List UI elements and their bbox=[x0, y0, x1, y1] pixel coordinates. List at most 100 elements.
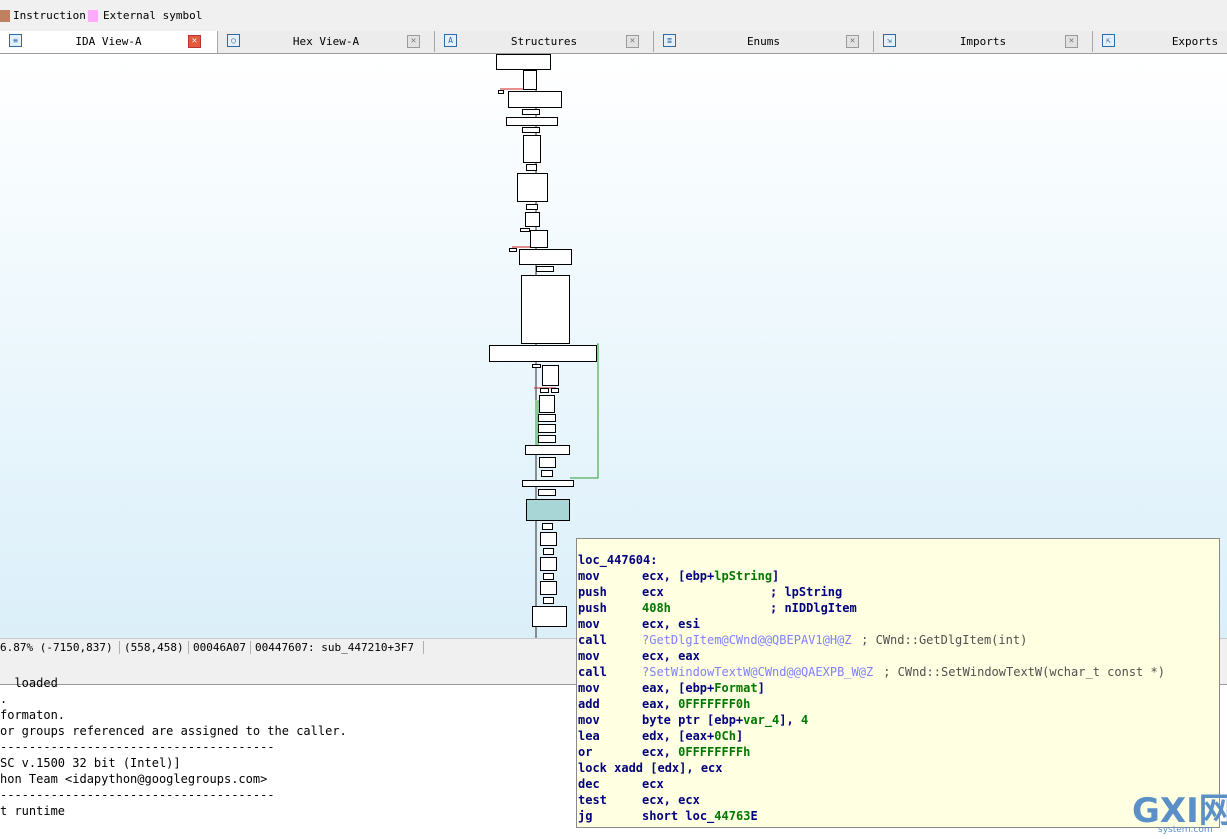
instruction-row: call ?SetWindowTextW@CWnd@@QAEXPB_W@Z ; CW… bbox=[578, 665, 1218, 681]
graph-node[interactable] bbox=[538, 435, 556, 443]
graph-node[interactable] bbox=[526, 204, 538, 210]
graph-node[interactable] bbox=[523, 135, 541, 163]
tab-hex-view-a[interactable]: ◯ Hex View-A ✕ bbox=[218, 31, 435, 52]
graph-node[interactable] bbox=[538, 424, 556, 433]
graph-node[interactable] bbox=[530, 230, 548, 248]
instruction-mnemonic: test bbox=[578, 793, 607, 807]
instruction-mnemonic: or bbox=[578, 745, 593, 759]
instruction-mnemonic: call bbox=[578, 665, 607, 679]
close-icon[interactable]: ✕ bbox=[626, 35, 639, 48]
tab-exports[interactable]: ⇱ Exports bbox=[1093, 31, 1227, 52]
graph-node[interactable] bbox=[541, 470, 553, 477]
graph-node[interactable] bbox=[498, 90, 504, 94]
instruction-mnemonic: dec bbox=[578, 777, 600, 791]
enums-icon: ≣ bbox=[663, 34, 676, 47]
view-tab-bar: ≡ IDA View-A ✕ ◯ Hex View-A ✕ A Structur… bbox=[0, 31, 1227, 54]
instruction-operands: ?GetDlgItem@CWnd@@QBEPAV1@H@Z bbox=[642, 633, 852, 647]
graph-node[interactable] bbox=[526, 164, 537, 171]
graph-node[interactable] bbox=[520, 228, 530, 232]
graph-node[interactable] bbox=[532, 364, 541, 368]
graph-node[interactable] bbox=[539, 457, 556, 468]
instruction-mnemonic: mov bbox=[578, 617, 600, 631]
instruction-operands: ecx bbox=[642, 585, 664, 599]
instruction-row: mov ecx, eax bbox=[578, 649, 1218, 665]
zoom-readout: 6.87% (-7150,837) bbox=[0, 641, 113, 654]
output-line: -------------------------------------- bbox=[0, 788, 275, 802]
exports-icon: ⇱ bbox=[1102, 34, 1115, 47]
instruction-mnemonic: push bbox=[578, 601, 607, 615]
tab-ida-view-a[interactable]: ≡ IDA View-A ✕ bbox=[0, 31, 218, 53]
instruction-operands: ecx, eax bbox=[642, 649, 700, 663]
ida-view-icon: ≡ bbox=[9, 34, 22, 47]
close-icon[interactable]: ✕ bbox=[846, 35, 859, 48]
graph-node[interactable] bbox=[506, 117, 558, 126]
legend-external-symbol-label: External symbol bbox=[103, 9, 203, 22]
graph-node[interactable] bbox=[551, 388, 559, 393]
close-icon[interactable]: ✕ bbox=[407, 35, 420, 48]
graph-node[interactable] bbox=[517, 173, 548, 202]
watermark-logo: GXI网 system.com bbox=[1132, 791, 1227, 835]
graph-node[interactable] bbox=[539, 395, 555, 413]
graph-node[interactable] bbox=[525, 445, 570, 455]
instruction-row: dec ecx bbox=[578, 777, 1218, 793]
instruction-operands: byte ptr [ebp+var_4], 4 bbox=[642, 713, 809, 727]
graph-node[interactable] bbox=[542, 523, 553, 530]
graph-node[interactable] bbox=[496, 54, 551, 70]
instruction-operands: ?SetWindowTextW@CWnd@@QAEXPB_W@Z bbox=[642, 665, 874, 679]
tab-label: Enums bbox=[746, 35, 781, 48]
graph-node[interactable] bbox=[521, 275, 570, 344]
graph-node[interactable] bbox=[489, 345, 597, 362]
output-line: SC v.1500 32 bit (Intel)] bbox=[0, 756, 181, 770]
graph-node[interactable] bbox=[536, 266, 554, 272]
current-graph-node[interactable] bbox=[526, 499, 570, 521]
instruction-mnemonic: jg bbox=[578, 809, 593, 823]
tab-structures[interactable]: A Structures ✕ bbox=[435, 31, 654, 52]
site-watermark: GXI网 system.com bbox=[1130, 790, 1227, 835]
tab-enums[interactable]: ≣ Enums ✕ bbox=[654, 31, 874, 52]
instruction-operands: ecx bbox=[642, 777, 664, 791]
graph-node[interactable] bbox=[538, 414, 556, 422]
graph-node[interactable] bbox=[540, 388, 549, 393]
graph-node[interactable] bbox=[532, 606, 567, 627]
instruction-operands: eax, 0FFFFFFF0h bbox=[642, 697, 751, 711]
divider bbox=[423, 641, 424, 654]
graph-node[interactable] bbox=[542, 365, 559, 386]
file-offset: 00046A07 bbox=[193, 641, 246, 654]
code-hint-popup: loc_447604: mov ecx, [ebp+lpString] push ec… bbox=[576, 538, 1220, 828]
hex-view-icon: ◯ bbox=[227, 34, 240, 47]
instruction-row: jg short loc_44763E bbox=[578, 809, 1218, 825]
tab-imports[interactable]: ⇲ Imports ✕ bbox=[874, 31, 1093, 52]
graph-node[interactable] bbox=[522, 480, 574, 487]
instruction-operands: edx, [eax+0Ch] bbox=[642, 729, 744, 743]
close-icon[interactable]: ✕ bbox=[188, 35, 201, 48]
graph-node[interactable] bbox=[522, 109, 540, 115]
loop-back-edge bbox=[570, 343, 599, 479]
output-line: hon Team <idapython@googlegroups.com> bbox=[0, 772, 268, 786]
close-icon[interactable]: ✕ bbox=[1065, 35, 1078, 48]
instruction-comment: ; CWnd::SetWindowTextW(wchar_t const *) bbox=[883, 665, 1165, 679]
graph-node[interactable] bbox=[525, 212, 540, 227]
graph-node[interactable] bbox=[508, 91, 562, 108]
tab-label: Hex View-A bbox=[292, 35, 360, 48]
instruction-row: call ?GetDlgItem@CWnd@@QBEPAV1@H@Z ; CWnd:… bbox=[578, 633, 1218, 649]
graph-node[interactable] bbox=[522, 127, 540, 133]
graph-node[interactable] bbox=[509, 248, 517, 252]
graph-node[interactable] bbox=[540, 581, 557, 595]
instruction-operands: ecx, esi bbox=[642, 617, 700, 631]
output-line: loaded bbox=[0, 676, 58, 690]
graph-node[interactable] bbox=[540, 532, 557, 546]
tab-label: Imports bbox=[959, 35, 1007, 48]
graph-node[interactable] bbox=[540, 557, 557, 571]
instruction-mnemonic: lea bbox=[578, 729, 600, 743]
graph-node[interactable] bbox=[519, 249, 572, 265]
output-line: . bbox=[0, 692, 8, 706]
mouse-coords: (558,458) bbox=[124, 641, 184, 654]
graph-node[interactable] bbox=[543, 597, 554, 604]
output-line: or groups referenced are assigned to the… bbox=[0, 724, 347, 738]
instruction-operands: ecx, [ebp+lpString] bbox=[642, 569, 780, 583]
graph-node[interactable] bbox=[543, 548, 554, 555]
instruction-comment: ; lpString bbox=[770, 585, 843, 599]
graph-node[interactable] bbox=[543, 573, 554, 580]
graph-node[interactable] bbox=[538, 489, 556, 496]
graph-node[interactable] bbox=[523, 70, 537, 90]
